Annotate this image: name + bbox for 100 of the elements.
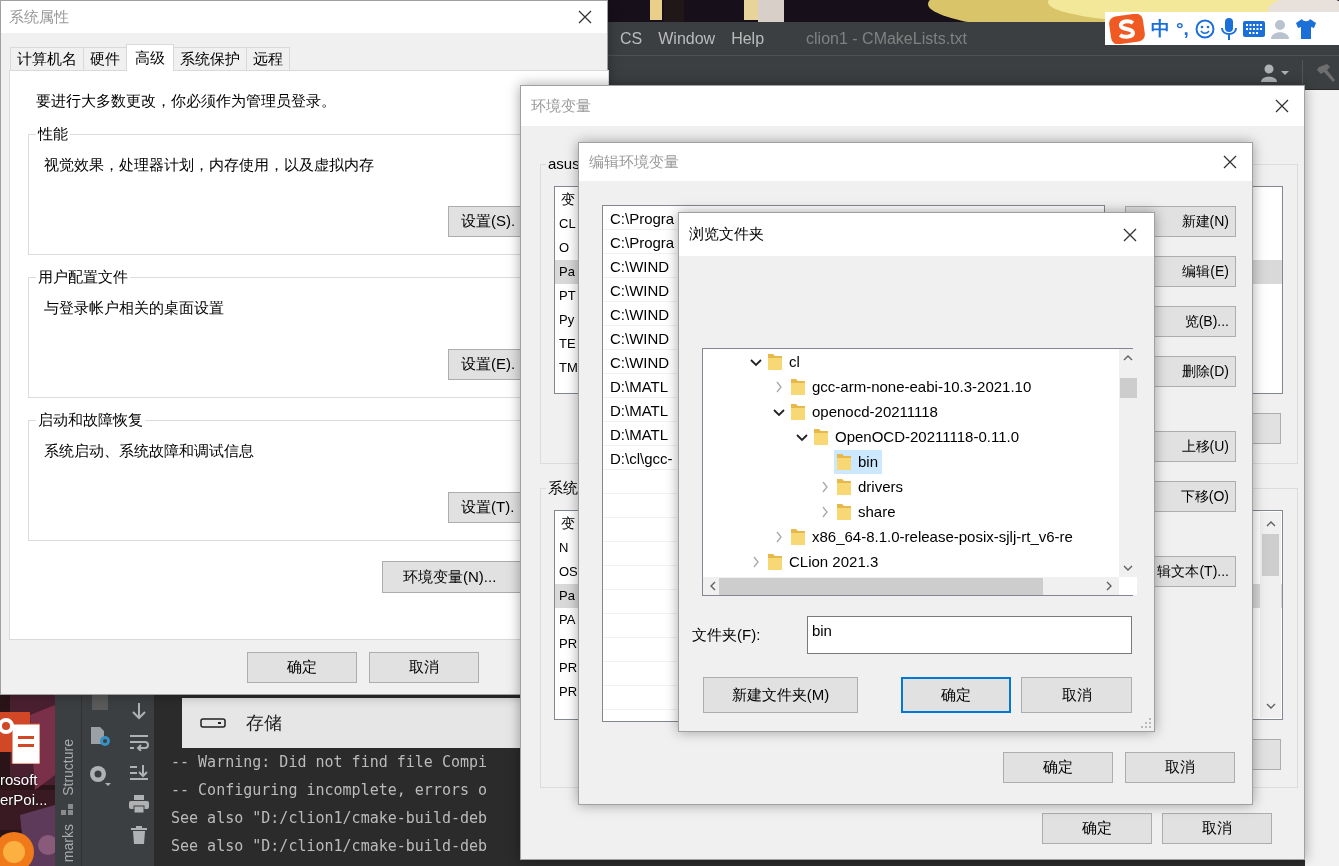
tree-label: x86_64-8.1.0-release-posix-sjlj-rt_v6-re (812, 528, 1073, 545)
folder-icon (814, 427, 828, 446)
tree-item[interactable]: bin (834, 449, 883, 474)
scrollbar-thumb[interactable] (719, 577, 1043, 595)
field-label: 文件夹(F): (692, 625, 762, 645)
close-icon[interactable] (1222, 154, 1238, 170)
dialog-button[interactable]: 新建文件夹(M) (703, 677, 858, 713)
soft-wrap-icon[interactable] (128, 733, 149, 751)
list-row[interactable]: TE (555, 332, 579, 356)
file-settings-icon[interactable] (88, 726, 111, 748)
drive-icon (200, 718, 226, 728)
dialog-button[interactable]: 取消 (369, 652, 479, 683)
shirt-icon[interactable] (1294, 18, 1317, 39)
menu-item[interactable]: CS (612, 29, 651, 48)
window-title: clion1 - CMakeLists.txt (806, 29, 967, 48)
punctuation-toggle[interactable]: °, (1176, 17, 1189, 40)
dialog-button[interactable]: 确定 (901, 677, 1011, 713)
console-line: See also "D:/clion1/cmake-build-deb (171, 836, 488, 857)
menu-item[interactable]: Help (723, 29, 773, 48)
user-dropdown-icon[interactable] (1260, 62, 1290, 83)
tree-item[interactable]: CLion 2021.3 (765, 549, 883, 574)
list-row[interactable]: O (555, 236, 579, 260)
window-title: 系统属性 (9, 7, 69, 27)
vertical-scrollbar[interactable] (1260, 512, 1281, 718)
input-method-logo-icon[interactable] (1109, 13, 1145, 44)
tree-label: CLion 2021.3 (789, 553, 879, 570)
tree-item[interactable]: OpenOCD-20211118-0.11.0 (811, 424, 1023, 449)
vertical-scrollbar[interactable] (1119, 349, 1137, 577)
list-row[interactable]: PR (555, 656, 579, 680)
window-title: 编辑环境变量 (589, 152, 679, 172)
smiley-icon[interactable] (1194, 18, 1215, 39)
group-title: 启动和故障恢复 (36, 411, 145, 430)
input-mode-toggle[interactable]: 中 (1151, 15, 1170, 42)
list-row[interactable]: N (555, 536, 579, 560)
resize-grip-icon (1141, 718, 1151, 728)
scroll-to-end-icon[interactable] (128, 764, 149, 782)
popup-label: 存储 (246, 712, 282, 735)
side-tab[interactable]: marks (60, 823, 76, 862)
trash-icon[interactable] (130, 826, 147, 844)
group-description: 视觉效果，处理器计划，内存使用，以及虚拟内存 (44, 156, 374, 175)
tree-item[interactable]: gcc-arm-none-eabi-10.3-2021.10 (788, 374, 1036, 399)
tree-label: share (858, 503, 896, 520)
horizontal-scrollbar[interactable] (703, 577, 1119, 595)
list-row[interactable]: PR (555, 680, 579, 704)
list-row[interactable]: PT (555, 284, 579, 308)
tree-item[interactable]: drivers (834, 474, 907, 499)
settings-icon[interactable] (87, 764, 112, 788)
window-title: 浏览文件夹 (689, 225, 764, 244)
folder-icon (791, 527, 805, 546)
desktop-icon-label[interactable]: rosoft erPoi... (0, 770, 48, 810)
window-title: 环境变量 (531, 96, 591, 116)
list-row[interactable]: PA (555, 608, 579, 632)
console-line: See also "D:/clion1/cmake-build-deb (171, 808, 488, 829)
print-icon[interactable] (128, 795, 149, 813)
list-row[interactable]: TM (555, 356, 579, 380)
list-row[interactable]: PR (555, 632, 579, 656)
folder-icon (768, 552, 782, 571)
dialog-button[interactable]: 取消 (1162, 813, 1272, 844)
tree-item[interactable]: x86_64-8.1.0-release-posix-sjlj-rt_v6-re (788, 524, 1077, 549)
down-arrow-icon[interactable] (130, 702, 147, 720)
list-row[interactable]: Py (555, 308, 579, 332)
tree-label: drivers (858, 478, 903, 495)
tab[interactable]: 高级 (126, 44, 174, 71)
folder-field[interactable]: bin (806, 616, 1132, 654)
list-row[interactable]: CL (555, 212, 579, 236)
close-icon[interactable] (1274, 98, 1290, 114)
console-line: -- Configuring incomplete, errors o (171, 780, 488, 801)
structure-icon (61, 803, 75, 816)
tree-label: openocd-20211118 (812, 403, 938, 420)
dialog-button[interactable]: 确定 (247, 652, 357, 683)
tree-item[interactable]: openocd-20211118 (788, 399, 942, 424)
close-icon[interactable] (577, 9, 593, 25)
folder-icon (791, 377, 805, 396)
keyboard-icon[interactable] (1242, 20, 1265, 37)
tree-item[interactable]: cl (765, 349, 804, 374)
environment-variables-button[interactable]: 环境变量(N)... (382, 561, 522, 593)
dialog-button[interactable]: 确定 (1003, 752, 1113, 783)
list-row[interactable]: OS (555, 560, 579, 584)
group-title: 系统 (546, 479, 580, 498)
tree-label: bin (858, 453, 879, 470)
group-description: 系统启动、系统故障和调试信息 (44, 442, 254, 461)
dialog-button[interactable]: 取消 (1125, 752, 1235, 783)
tree-item[interactable]: share (834, 499, 900, 524)
dialog-button[interactable]: 取消 (1021, 677, 1132, 713)
close-icon[interactable] (1122, 226, 1138, 243)
scrollbar-thumb[interactable] (1119, 378, 1137, 398)
menu-item[interactable]: Window (650, 29, 724, 48)
column-header: 变 (560, 514, 576, 533)
microphone-icon[interactable] (1220, 17, 1237, 40)
console-line: -- Warning: Did not find file Compi (171, 752, 488, 773)
side-tab[interactable]: Structure (60, 739, 76, 796)
folder-icon (837, 502, 851, 521)
presentation-app-icon (0, 712, 40, 764)
column-header: 变 (560, 190, 576, 209)
tab[interactable]: 远程 (246, 47, 290, 71)
dialog-button[interactable]: 确定 (1042, 813, 1152, 844)
scrollbar-thumb[interactable] (1262, 534, 1279, 576)
group-title: 性能 (36, 125, 70, 144)
tab[interactable]: 计算机名 (10, 47, 84, 71)
tree-label: cl (789, 353, 800, 370)
